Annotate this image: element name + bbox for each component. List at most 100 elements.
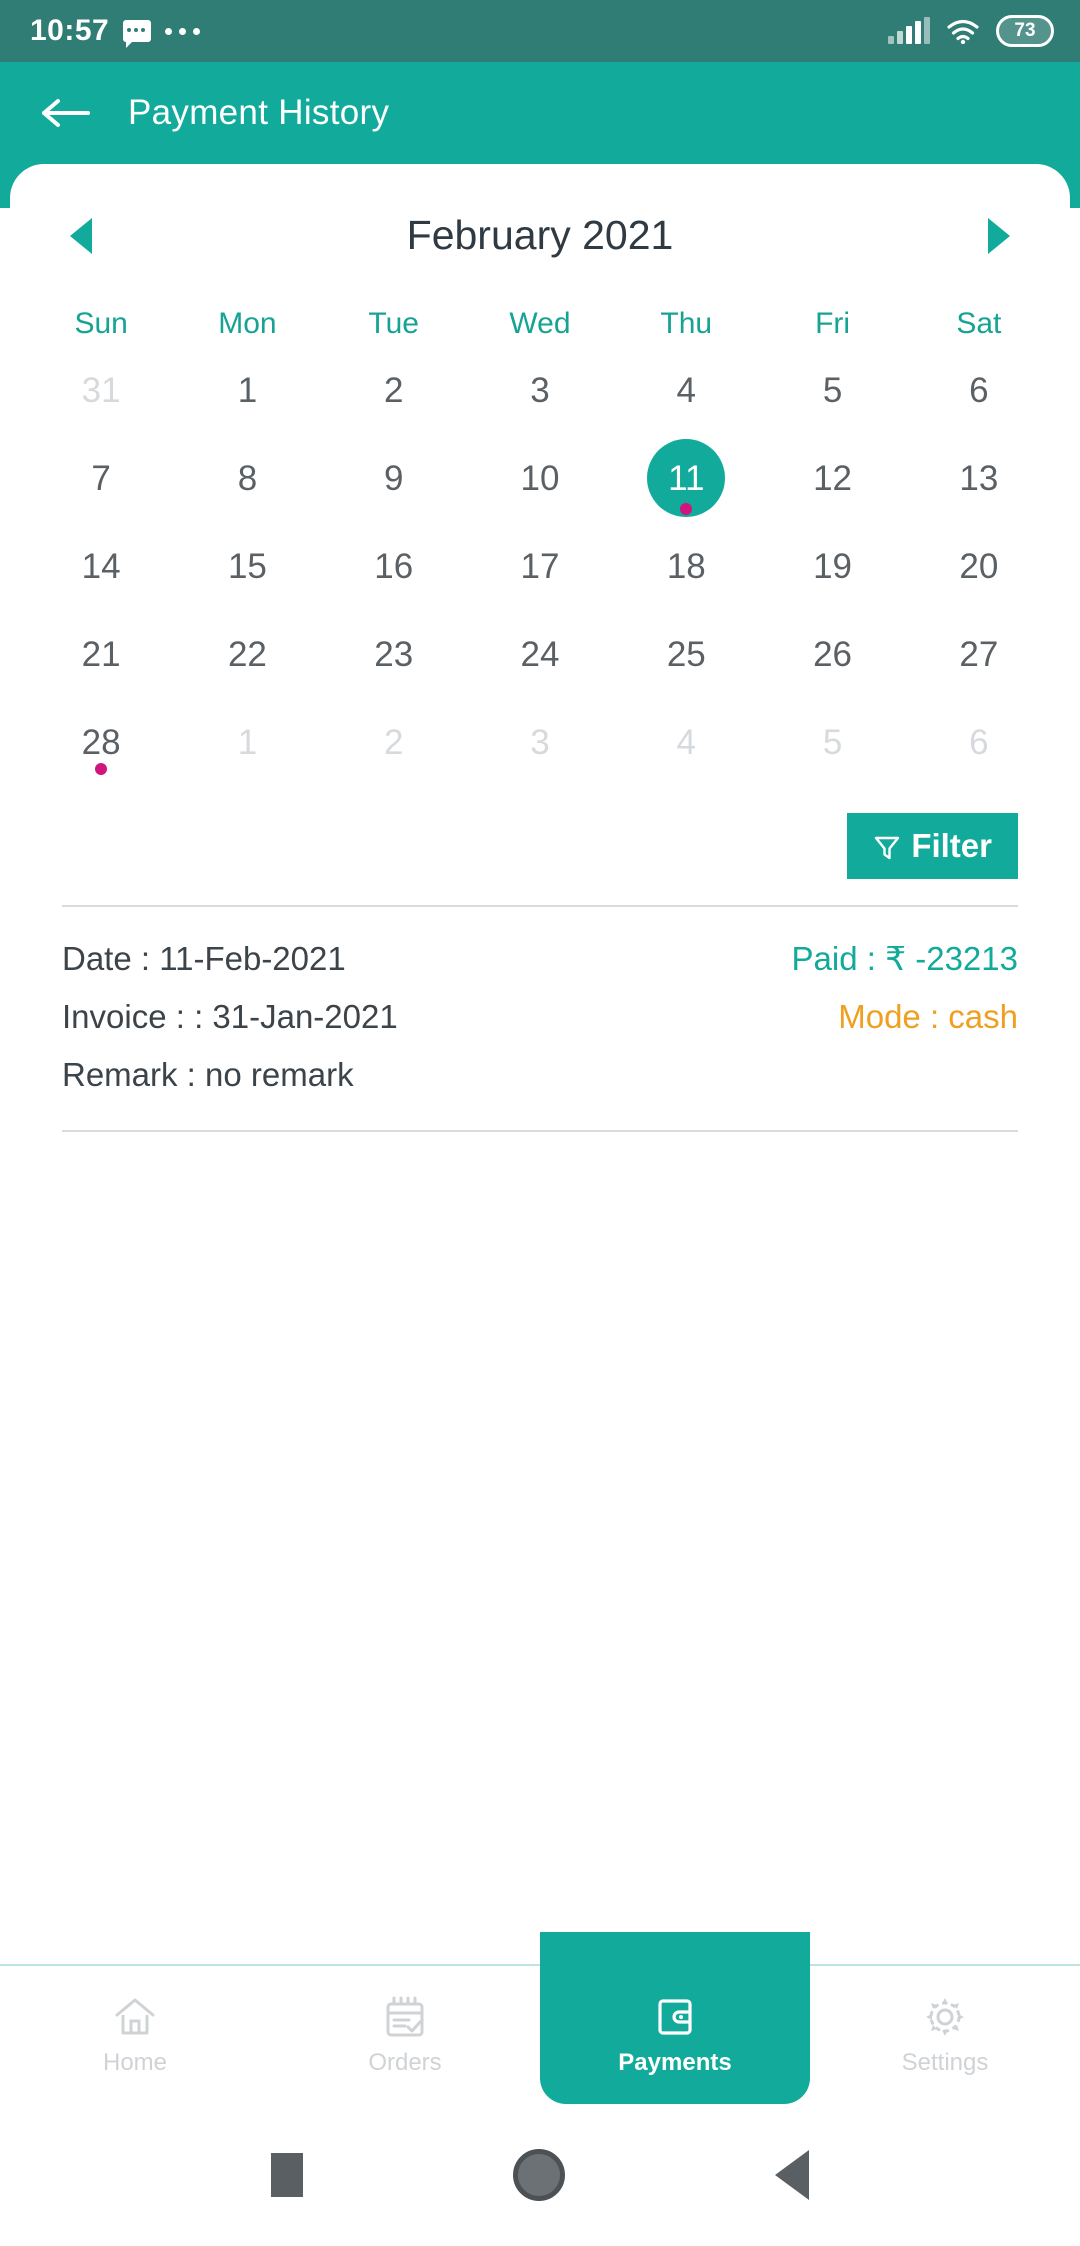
gear-icon: [921, 1993, 969, 2041]
calendar-day-cell[interactable]: 5: [759, 703, 905, 791]
calendar-day-number: 9: [383, 458, 404, 498]
calendar-grid: Sun Mon Tue Wed Thu Fri Sat 31 1 2 3 4 5 6 7 8 9 10 11 12 1…: [10, 293, 1070, 791]
calendar-day-number: 24: [520, 634, 560, 674]
calendar-day-cell[interactable]: 28: [28, 703, 174, 791]
calendar-day-cell[interactable]: 24: [467, 615, 613, 703]
calendar-day-cell[interactable]: 5: [759, 351, 905, 439]
calendar-day-number: 16: [374, 546, 414, 586]
back-button[interactable]: [775, 2150, 809, 2200]
status-bar-left: 10:57: [30, 14, 201, 48]
calendar-day-cell[interactable]: 18: [613, 527, 759, 615]
home-button[interactable]: [513, 2149, 565, 2201]
bottom-navigation: Home Orders Payments Settings: [0, 1932, 1080, 2104]
calendar-day-cell[interactable]: 20: [906, 527, 1052, 615]
calendar-day-number: 2: [383, 722, 404, 762]
calendar-day-number: 12: [813, 458, 853, 498]
calendar-day-cell[interactable]: 13: [906, 439, 1052, 527]
calendar-day-cell[interactable]: 2: [321, 351, 467, 439]
calendar-day-cell[interactable]: 6: [906, 351, 1052, 439]
calendar-day-cell[interactable]: 12: [759, 439, 905, 527]
calendar-weeks: 31 1 2 3 4 5 6 7 8 9 10 11 12 13 14 15 16 17 18 19 20 21 22 23 2…: [28, 351, 1052, 791]
record-mode: Mode : cash: [838, 998, 1018, 1035]
payment-record[interactable]: Date : 11-Feb-2021 Paid : ₹ -23213 Invoi…: [10, 907, 1070, 1104]
calendar-day-cell[interactable]: 3: [467, 351, 613, 439]
calendar-day-cell[interactable]: 4: [613, 351, 759, 439]
calendar-day-number: 15: [227, 546, 267, 586]
nav-item-orders[interactable]: Orders: [270, 1966, 540, 2104]
calendar-day-number: 1: [237, 722, 258, 762]
calendar-day-number: 7: [91, 458, 111, 498]
nav-item-home[interactable]: Home: [0, 1966, 270, 2104]
signal-icon: [888, 17, 930, 44]
calendar-day-number: 31: [81, 370, 121, 410]
app-bar: Payment History: [0, 62, 1080, 164]
calendar-day-number: 3: [530, 370, 550, 410]
calendar-day-cell[interactable]: 26: [759, 615, 905, 703]
nav-item-settings[interactable]: Settings: [810, 1966, 1080, 2104]
next-month-button[interactable]: [987, 217, 1010, 254]
calendar-day-cell[interactable]: 1: [174, 351, 320, 439]
prev-month-button[interactable]: [70, 217, 92, 254]
calendar-weekday-wed: Wed: [509, 307, 571, 340]
orders-icon: [381, 1993, 429, 2041]
record-row-date: Date : 11-Feb-2021 Paid : ₹ -23213: [62, 929, 1018, 988]
record-row-invoice: Invoice : : 31-Jan-2021 Mode : cash: [62, 988, 1018, 1046]
calendar-month-title: February 2021: [406, 212, 674, 258]
calendar-weekday-sun: Sun: [74, 307, 128, 340]
calendar-day-cell[interactable]: 3: [467, 703, 613, 791]
calendar-day-cell[interactable]: 27: [906, 615, 1052, 703]
recent-apps-button[interactable]: [271, 2153, 303, 2197]
record-remark: Remark : no remark: [62, 1056, 354, 1093]
calendar-day-number: 18: [666, 546, 706, 586]
calendar-day-number: 1: [237, 370, 258, 410]
calendar-weekday-tue: Tue: [368, 307, 419, 340]
nav-item-payments[interactable]: Payments: [540, 1932, 810, 2104]
nav-item-label: Payments: [618, 2049, 732, 2076]
calendar-weekday-sat: Sat: [956, 307, 1002, 340]
calendar-day-cell[interactable]: 6: [906, 703, 1052, 791]
record-bottom-divider: [62, 1130, 1018, 1132]
home-icon: [111, 1993, 159, 2041]
calendar-day-cell[interactable]: 16: [321, 527, 467, 615]
record-row-remark: Remark : no remark: [62, 1046, 1018, 1104]
calendar-day-cell[interactable]: 15: [174, 527, 320, 615]
filter-button-label: Filter: [911, 827, 992, 864]
calendar-day-cell[interactable]: 19: [759, 527, 905, 615]
wallet-icon: [651, 1993, 699, 2041]
calendar-day-cell[interactable]: 21: [28, 615, 174, 703]
calendar-day-number: 21: [81, 634, 121, 674]
calendar-day-cell[interactable]: 14: [28, 527, 174, 615]
calendar-weekday-row: Sun Mon Tue Wed Thu Fri Sat: [28, 293, 1052, 351]
filter-button[interactable]: Filter: [847, 813, 1018, 879]
calendar-day-number: 2: [383, 370, 404, 410]
wifi-icon: [946, 18, 980, 45]
calendar-day-number: 27: [959, 634, 999, 674]
calendar-day-number: 3: [530, 722, 550, 762]
calendar-day-number: 8: [237, 458, 258, 498]
calendar-week-row: 7 8 9 10 11 12 13: [28, 439, 1052, 527]
calendar-day-cell[interactable]: 25: [613, 615, 759, 703]
calendar-day-cell[interactable]: 4: [613, 703, 759, 791]
calendar-day-cell[interactable]: 31: [28, 351, 174, 439]
calendar-day-cell[interactable]: 22: [174, 615, 320, 703]
calendar-day-cell[interactable]: 2: [321, 703, 467, 791]
back-arrow-icon[interactable]: [40, 94, 92, 132]
calendar-day-cell[interactable]: 7: [28, 439, 174, 527]
filter-row: Filter: [10, 791, 1070, 879]
calendar-week-row: 31 1 2 3 4 5 6: [28, 351, 1052, 439]
calendar-day-cell[interactable]: 8: [174, 439, 320, 527]
nav-item-label: Home: [102, 2049, 168, 2076]
calendar-day-number: 25: [666, 634, 706, 674]
status-bar: 10:57 73: [0, 0, 1080, 62]
calendar-day-number: 5: [822, 722, 843, 762]
calendar-day-cell[interactable]: 11: [613, 439, 759, 527]
calendar-day-cell[interactable]: 9: [321, 439, 467, 527]
calendar-day-cell[interactable]: 17: [467, 527, 613, 615]
calendar-month-nav: February 2021: [10, 174, 1070, 259]
android-navigation-bar: [0, 2104, 1080, 2246]
calendar-week-row: 21 22 23 24 25 26 27: [28, 615, 1052, 703]
record-date: Date : 11-Feb-2021: [62, 940, 346, 977]
calendar-day-cell[interactable]: 10: [467, 439, 613, 527]
calendar-day-cell[interactable]: 1: [174, 703, 320, 791]
calendar-day-cell[interactable]: 23: [321, 615, 467, 703]
